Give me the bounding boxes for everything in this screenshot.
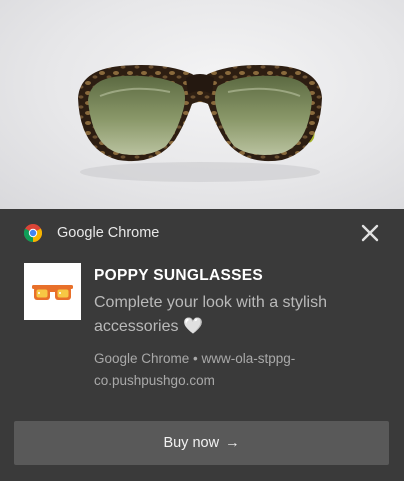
hero-image (0, 0, 404, 209)
notification-header: Google Chrome (0, 209, 404, 259)
chrome-icon (23, 224, 43, 242)
close-button[interactable] (356, 219, 384, 247)
sunglasses-image (78, 65, 322, 182)
notification-body: Complete your look with a stylish access… (94, 291, 364, 339)
heart-icon: 🤍 (182, 318, 203, 335)
buy-now-button[interactable]: Buy now → (14, 421, 389, 465)
notification-title: POPPY SUNGLASSES (94, 267, 264, 284)
buy-now-label: Buy now (163, 435, 220, 451)
notification-source: Google Chrome • www-ola-stppg-co.pushpus… (94, 351, 296, 388)
notification-card[interactable]: Google Chrome POPPY SUNGLASSES Complete … (0, 209, 404, 481)
close-icon (361, 224, 379, 242)
arrow-right-icon: → (225, 435, 240, 451)
app-name: Google Chrome (57, 225, 160, 241)
notification-body-text: Complete your look with a stylish access… (94, 294, 327, 335)
sunglasses-icon (32, 285, 73, 300)
notification-thumbnail (24, 263, 81, 320)
